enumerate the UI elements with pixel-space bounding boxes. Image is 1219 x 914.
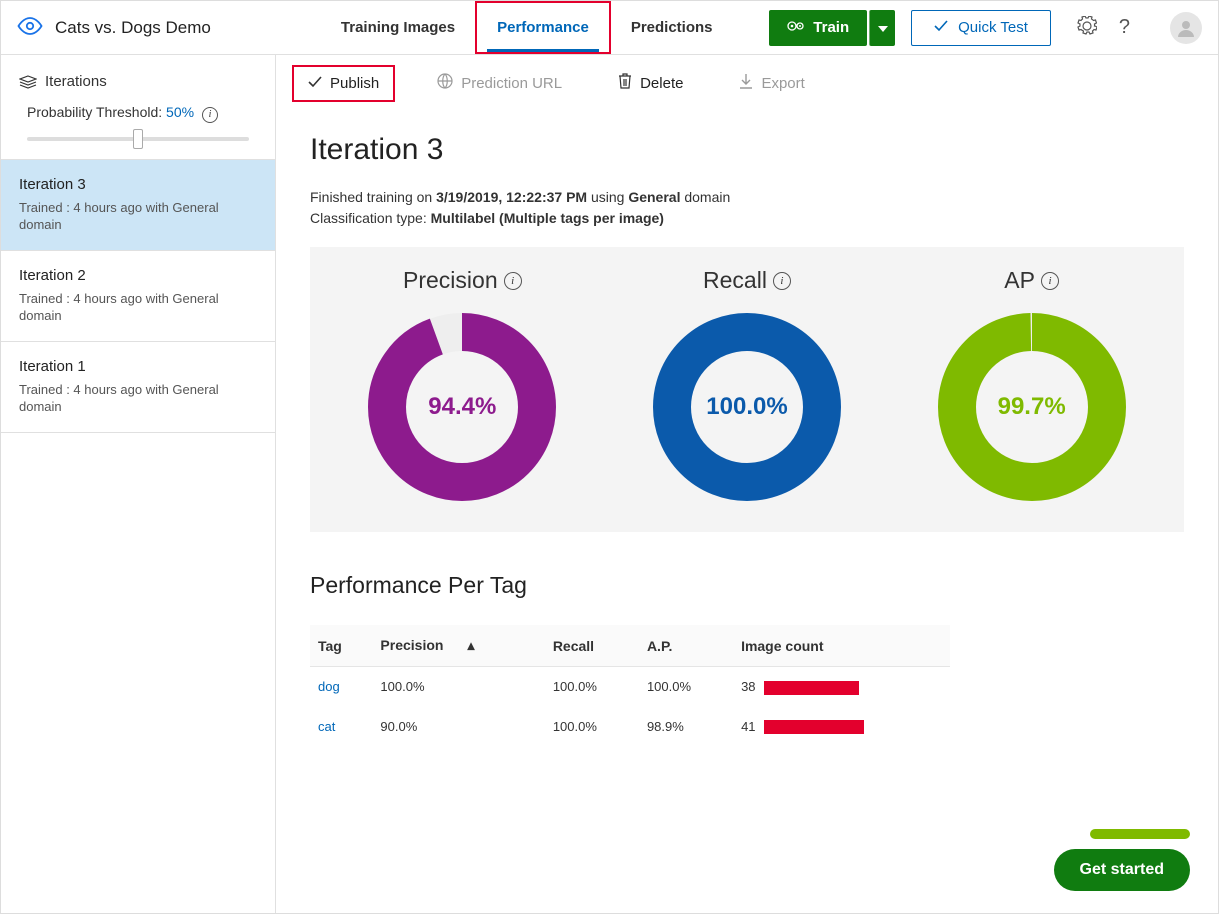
recall-donut: 100.0%: [652, 312, 842, 502]
table-row: cat90.0%100.0%98.9%41: [310, 707, 950, 747]
layers-icon: [19, 75, 37, 89]
metric-ap: AP i 99.7%: [937, 267, 1127, 502]
sidebar-header-label: Iterations: [45, 73, 107, 90]
col-ap[interactable]: A.P.: [639, 625, 733, 667]
metric-recall: Recalli 100.0%: [652, 267, 842, 502]
tab-predictions[interactable]: Predictions: [611, 1, 733, 54]
table-row: dog100.0%100.0%100.0%38: [310, 667, 950, 707]
user-avatar[interactable]: [1170, 12, 1202, 44]
prediction-url-label: Prediction URL: [461, 75, 562, 92]
col-tag[interactable]: Tag: [310, 625, 372, 667]
info-icon[interactable]: i: [504, 272, 522, 290]
threshold-value: 50%: [166, 104, 194, 120]
train-dropdown-button[interactable]: [869, 10, 895, 46]
delete-label: Delete: [640, 75, 683, 92]
iteration-item-2[interactable]: Iteration 1 Trained : 4 hours ago with Ge…: [1, 341, 275, 433]
precision-value: 94.4%: [367, 312, 557, 502]
tab-performance[interactable]: Performance: [475, 1, 611, 54]
check-icon: [934, 19, 948, 36]
ap-value: 99.7%: [937, 312, 1127, 502]
sidebar-header: Iterations: [1, 55, 275, 98]
trash-icon: [618, 73, 632, 93]
iteration-item-subtitle: Trained : 4 hours ago with General domai…: [19, 290, 257, 325]
top-nav: Cats vs. Dogs Demo Training Images Perfo…: [1, 1, 1218, 55]
tab-training-images[interactable]: Training Images: [321, 1, 475, 54]
project-title: Cats vs. Dogs Demo: [55, 18, 211, 38]
slider-handle[interactable]: [133, 129, 143, 149]
per-tag-table: Tag Precision▴ Recall A.P. Image count d…: [310, 625, 950, 746]
check-icon: [308, 75, 322, 92]
info-icon[interactable]: i: [773, 272, 791, 290]
main-panel: Publish Prediction URL Delete Export Ite…: [276, 55, 1218, 913]
quick-test-button[interactable]: Quick Test: [911, 10, 1051, 46]
iteration-toolbar: Publish Prediction URL Delete Export: [276, 55, 1218, 111]
export-label: Export: [761, 75, 804, 92]
iteration-item-1[interactable]: Iteration 2 Trained : 4 hours ago with Ge…: [1, 250, 275, 341]
iteration-item-subtitle: Trained : 4 hours ago with General domai…: [19, 199, 257, 234]
main-tabs: Training Images Performance Predictions: [321, 1, 733, 54]
info-icon[interactable]: i: [202, 107, 218, 123]
metric-precision: Precision i 94.4%: [367, 267, 557, 502]
iteration-item-title: Iteration 3: [19, 176, 257, 193]
recall-label: Recall: [703, 267, 767, 294]
overall-metrics: Precisioni 94.4% Recalli 100.0% APi: [310, 247, 1184, 532]
train-button[interactable]: Train: [769, 10, 867, 46]
col-recall[interactable]: Recall: [545, 625, 639, 667]
info-icon[interactable]: i: [1041, 272, 1059, 290]
settings-gear-icon[interactable]: [1077, 16, 1097, 39]
export-button: Export: [725, 65, 818, 101]
tag-link[interactable]: cat: [310, 707, 372, 747]
iteration-meta: Finished training on 3/19/2019, 12:22:37…: [310, 187, 1184, 229]
iteration-title: Iteration 3: [310, 133, 1184, 167]
publish-label: Publish: [330, 75, 379, 92]
threshold-slider[interactable]: [27, 137, 249, 141]
download-icon: [739, 73, 753, 93]
logo-eye-icon: [17, 17, 43, 38]
recall-value: 100.0%: [652, 312, 842, 502]
prediction-url-button: Prediction URL: [423, 65, 576, 101]
sidebar: Iterations Probability Threshold: 50% i …: [1, 55, 276, 913]
iteration-item-title: Iteration 2: [19, 267, 257, 284]
ap-label: AP: [1004, 267, 1035, 294]
globe-icon: [437, 73, 453, 93]
per-tag-title: Performance Per Tag: [310, 572, 1184, 599]
iteration-item-title: Iteration 1: [19, 358, 257, 375]
ap-donut: 99.7%: [937, 312, 1127, 502]
caret-down-icon: [878, 20, 888, 35]
gears-icon: [787, 19, 805, 37]
col-image-count[interactable]: Image count: [733, 625, 950, 667]
precision-label: Precision: [403, 267, 498, 294]
train-button-label: Train: [813, 19, 849, 36]
help-icon[interactable]: ?: [1119, 16, 1130, 39]
publish-button[interactable]: Publish: [292, 65, 395, 102]
progress-pill: [1090, 829, 1190, 839]
sort-asc-icon: ▴: [467, 637, 474, 653]
threshold-label: Probability Threshold:: [27, 104, 162, 120]
col-precision[interactable]: Precision▴: [372, 625, 544, 667]
get-started-button[interactable]: Get started: [1054, 849, 1190, 891]
tag-link[interactable]: dog: [310, 667, 372, 707]
quick-test-label: Quick Test: [958, 19, 1028, 36]
delete-button[interactable]: Delete: [604, 65, 697, 101]
iteration-item-0[interactable]: Iteration 3 Trained : 4 hours ago with Ge…: [1, 159, 275, 250]
iteration-item-subtitle: Trained : 4 hours ago with General domai…: [19, 381, 257, 416]
precision-donut: 94.4%: [367, 312, 557, 502]
